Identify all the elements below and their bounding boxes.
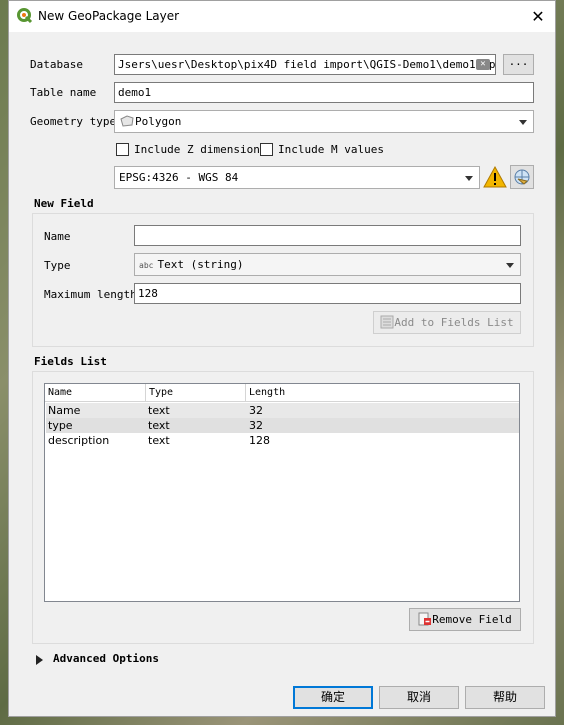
max-length-input[interactable]: 128 — [134, 283, 521, 304]
database-path: Jsers\uesr\Desktop\pix4D field import\QG… — [118, 58, 496, 71]
window-title: New GeoPackage Layer — [38, 9, 180, 23]
help-button[interactable]: 帮助 — [465, 686, 545, 709]
clear-icon[interactable]: ✕ — [476, 59, 490, 70]
table-row[interactable]: Name text 32 — [46, 403, 519, 418]
geometry-type-combo[interactable]: Polygon — [114, 110, 534, 133]
table-row[interactable]: description text 128 — [46, 433, 519, 448]
field-type-combo[interactable]: abc Text (string) — [134, 253, 521, 276]
table-name-input[interactable]: demo1 — [114, 82, 534, 103]
cancel-button[interactable]: 取消 — [379, 686, 459, 709]
crs-select-button[interactable] — [510, 165, 534, 189]
include-z-checkbox[interactable] — [116, 143, 129, 156]
chevron-down-icon — [506, 263, 514, 268]
qgis-logo-icon — [17, 8, 33, 24]
column-header-length[interactable]: Length — [246, 384, 519, 401]
crs-combo[interactable]: EPSG:4326 - WGS 84 — [114, 166, 480, 189]
column-header-type[interactable]: Type — [146, 384, 246, 401]
add-to-fields-label: Add to Fields List — [394, 316, 514, 329]
remove-field-icon — [418, 612, 432, 626]
fields-list-title: Fields List — [34, 355, 107, 368]
close-icon[interactable]: ✕ — [521, 1, 555, 32]
include-m-label: Include M values — [278, 143, 384, 156]
expand-arrow-icon[interactable] — [36, 655, 43, 665]
cell-name: description — [48, 434, 110, 447]
database-label: Database — [30, 58, 83, 71]
cell-type: text — [148, 434, 170, 447]
chevron-down-icon — [465, 176, 473, 181]
crs-value: EPSG:4326 - WGS 84 — [119, 171, 239, 184]
field-name-input[interactable] — [134, 225, 521, 246]
cell-length: 32 — [249, 404, 263, 417]
table-name-label: Table name — [30, 86, 97, 99]
cell-name: type — [48, 419, 73, 432]
globe-icon — [514, 169, 530, 185]
add-to-fields-button[interactable]: Add to Fields List — [373, 311, 521, 334]
geometry-type-label: Geometry type — [30, 115, 117, 128]
include-m-checkbox[interactable] — [260, 143, 273, 156]
new-field-title: New Field — [34, 197, 94, 210]
dialog-window: New GeoPackage Layer ✕ Database Jsers\ue… — [8, 0, 556, 717]
field-type-label: Type — [44, 259, 71, 272]
cell-type: text — [148, 404, 170, 417]
fields-table[interactable]: Name Type Length Name text 32 type text … — [44, 383, 520, 602]
advanced-options-label[interactable]: Advanced Options — [53, 652, 159, 665]
max-length-label: Maximum length — [44, 288, 137, 301]
text-type-icon: abc — [139, 261, 154, 270]
database-input[interactable]: Jsers\uesr\Desktop\pix4D field import\QG… — [114, 54, 496, 75]
ok-button[interactable]: 确定 — [293, 686, 373, 709]
cell-type: text — [148, 419, 170, 432]
field-name-label: Name — [44, 230, 71, 243]
table-header: Name Type Length — [45, 384, 519, 402]
chevron-down-icon — [519, 120, 527, 125]
field-type-value: Text (string) — [157, 258, 244, 271]
cell-length: 32 — [249, 419, 263, 432]
remove-field-button[interactable]: Remove Field — [409, 608, 521, 631]
remove-field-label: Remove Field — [432, 613, 512, 626]
include-z-label: Include Z dimension — [134, 143, 260, 156]
cell-length: 128 — [249, 434, 270, 447]
cell-name: Name — [48, 404, 81, 417]
add-field-icon — [380, 315, 394, 329]
polygon-icon — [120, 115, 134, 127]
browse-button[interactable]: ··· — [503, 54, 534, 75]
warning-icon — [483, 166, 507, 188]
column-header-name[interactable]: Name — [45, 384, 146, 401]
table-row[interactable]: type text 32 — [46, 418, 519, 433]
geometry-type-value: Polygon — [135, 115, 182, 128]
title-bar: New GeoPackage Layer ✕ — [9, 1, 555, 32]
